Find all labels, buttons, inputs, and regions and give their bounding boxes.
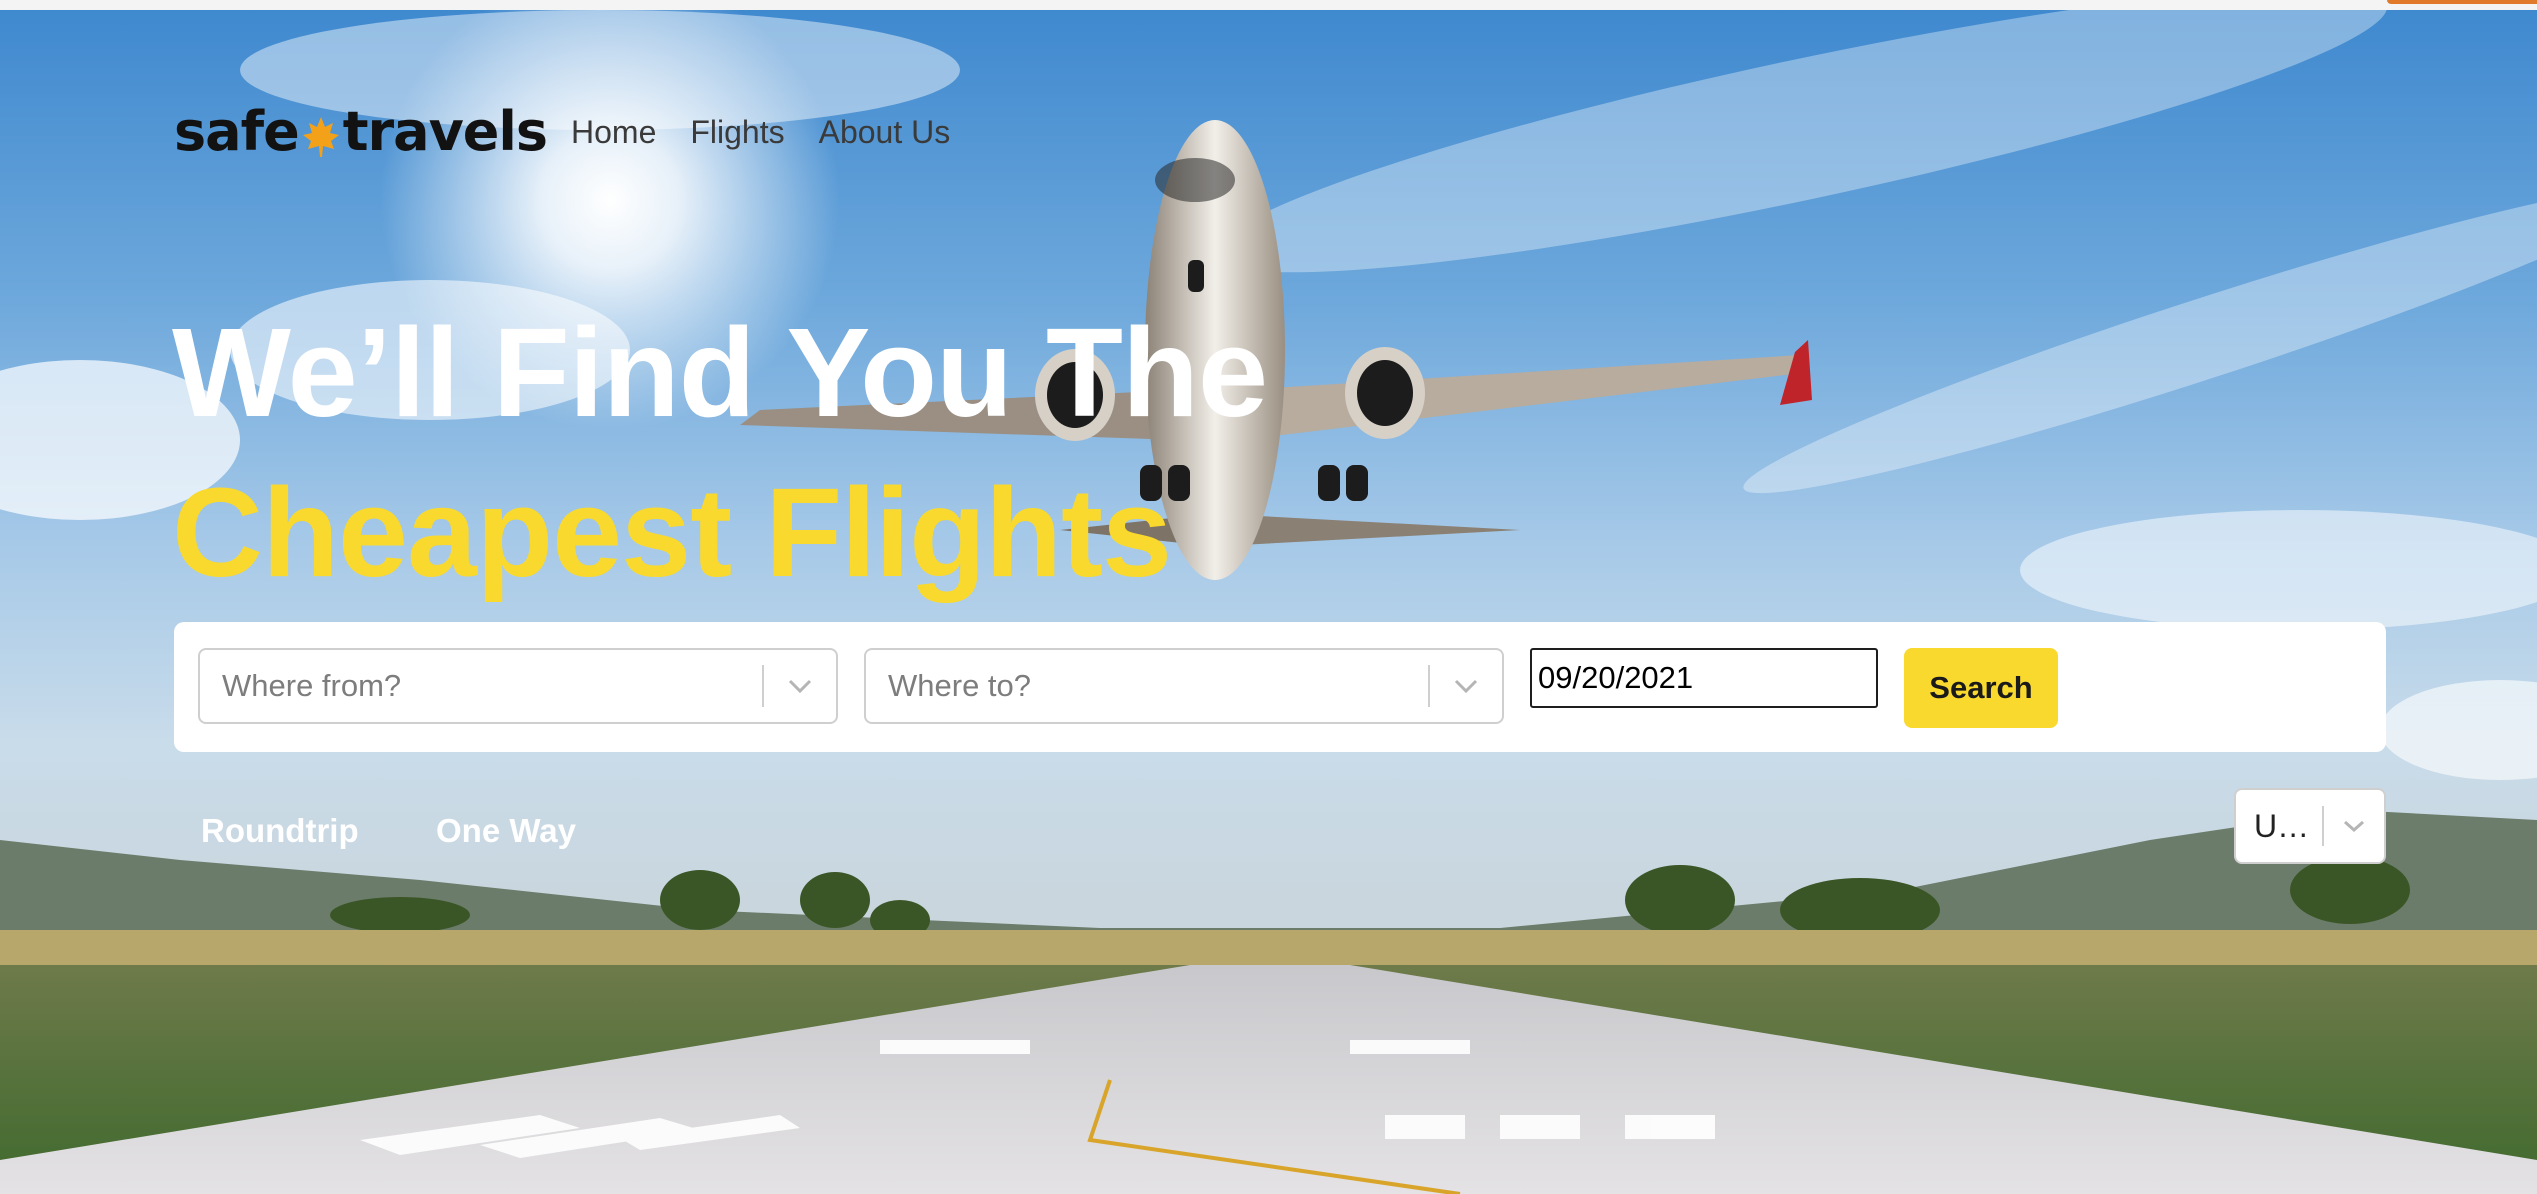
- brand-name-part-1: safe: [174, 99, 300, 163]
- flight-search-panel: Where from? Where to? Search: [174, 622, 2386, 752]
- destination-select[interactable]: Where to?: [864, 648, 1504, 724]
- brand-name-part-2: travels: [342, 99, 548, 163]
- page: safe travels Home Flights About Us We’ll…: [0, 0, 2537, 1194]
- hero-headline-line-2: Cheapest Flights: [172, 462, 1172, 603]
- browser-top-strip: [0, 0, 2537, 10]
- nav-home-link[interactable]: Home: [571, 114, 656, 151]
- destination-select-placeholder: Where to?: [888, 668, 1032, 703]
- currency-select-value: U…: [2254, 807, 2310, 844]
- brand-logo[interactable]: safe travels: [174, 96, 548, 166]
- trip-type-one-way[interactable]: One Way: [436, 812, 576, 850]
- chevron-down-icon[interactable]: [764, 648, 836, 724]
- origin-select[interactable]: Where from?: [198, 648, 838, 724]
- hero-headline-line-1: We’ll Find You The: [172, 302, 1268, 443]
- origin-select-placeholder: Where from?: [222, 668, 402, 703]
- trip-type-roundtrip[interactable]: Roundtrip: [201, 812, 359, 850]
- maple-leaf-icon: [301, 109, 341, 157]
- hero-section: safe travels Home Flights About Us We’ll…: [0, 10, 2537, 1194]
- nav-about-us-link[interactable]: About Us: [819, 114, 951, 151]
- currency-select[interactable]: U…: [2234, 788, 2386, 864]
- top-strip-accent: [2387, 0, 2537, 4]
- departure-date-input[interactable]: [1530, 648, 1878, 708]
- chevron-down-icon[interactable]: [2324, 788, 2384, 864]
- main-nav: Home Flights About Us: [571, 114, 950, 151]
- search-button[interactable]: Search: [1904, 648, 2058, 728]
- nav-flights-link[interactable]: Flights: [690, 114, 784, 151]
- chevron-down-icon[interactable]: [1430, 648, 1502, 724]
